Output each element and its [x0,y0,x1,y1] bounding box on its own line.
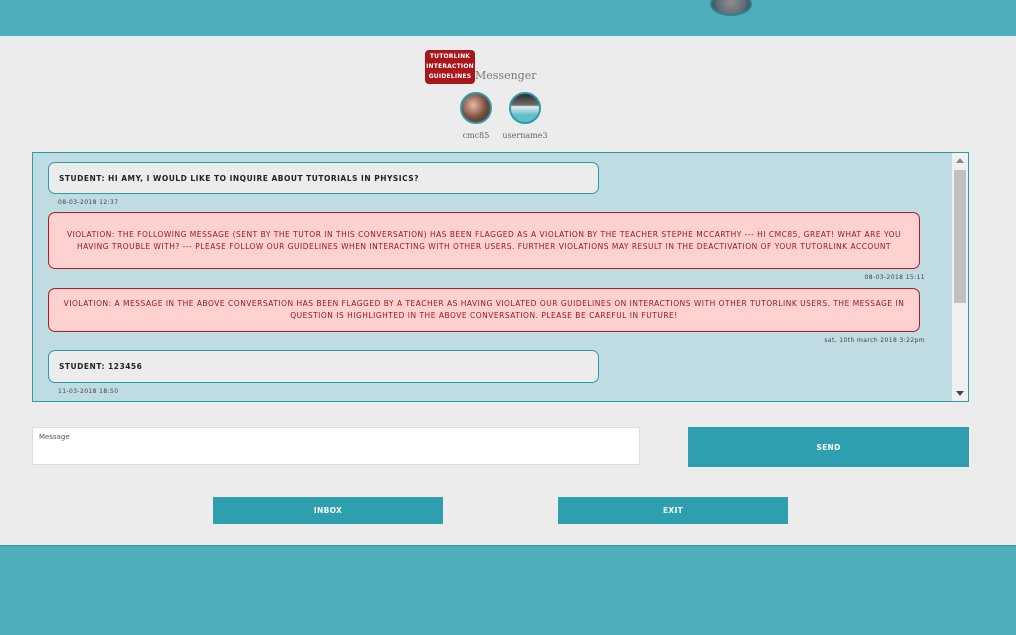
message-bubble-student: Student: hi Amy, I would like to inquire… [48,162,599,194]
message-timestamp: 08-03-2018 15:11 [864,274,925,281]
logo-line: INTERACTION [426,63,474,70]
participant-username3[interactable]: username3 [490,92,560,140]
scroll-up-arrow-icon[interactable] [956,158,964,163]
participant-username: username3 [502,131,548,140]
footer-bar [0,545,1016,635]
send-button[interactable]: SEND [688,427,969,467]
scroll-thumb[interactable] [954,170,966,303]
message-timestamp: 08-03-2018 12:37 [58,199,119,206]
conversation-panel[interactable]: Student: hi Amy, I would like to inquire… [32,152,969,402]
message-bubble-violation: Violation: The following message (sent b… [48,212,920,269]
page-title: Messenger [475,69,537,82]
avatar[interactable] [460,92,492,124]
message-timestamp: 11-03-2018 18:50 [58,388,119,395]
scroll-down-arrow-icon[interactable] [956,391,964,396]
user-avatar[interactable] [710,0,752,16]
message-bubble-student: Student: 123456 [48,350,599,383]
inbox-button[interactable]: INBOX [213,497,443,524]
avatar[interactable] [509,92,541,124]
chat-scrollbar[interactable] [952,153,968,401]
message-timestamp: sat, 10th march 2018 3:22pm [824,337,925,344]
exit-button[interactable]: EXIT [558,497,788,524]
logo-line: GUIDELINES [428,73,472,80]
top-bar [0,0,1016,36]
logo-line: TUTORLINK [429,53,471,60]
message-bubble-violation: Violation: A message in the above conver… [48,288,920,332]
guidelines-logo[interactable]: TUTORLINK INTERACTION GUIDELINES [425,50,475,84]
message-input[interactable]: Message [32,427,640,465]
